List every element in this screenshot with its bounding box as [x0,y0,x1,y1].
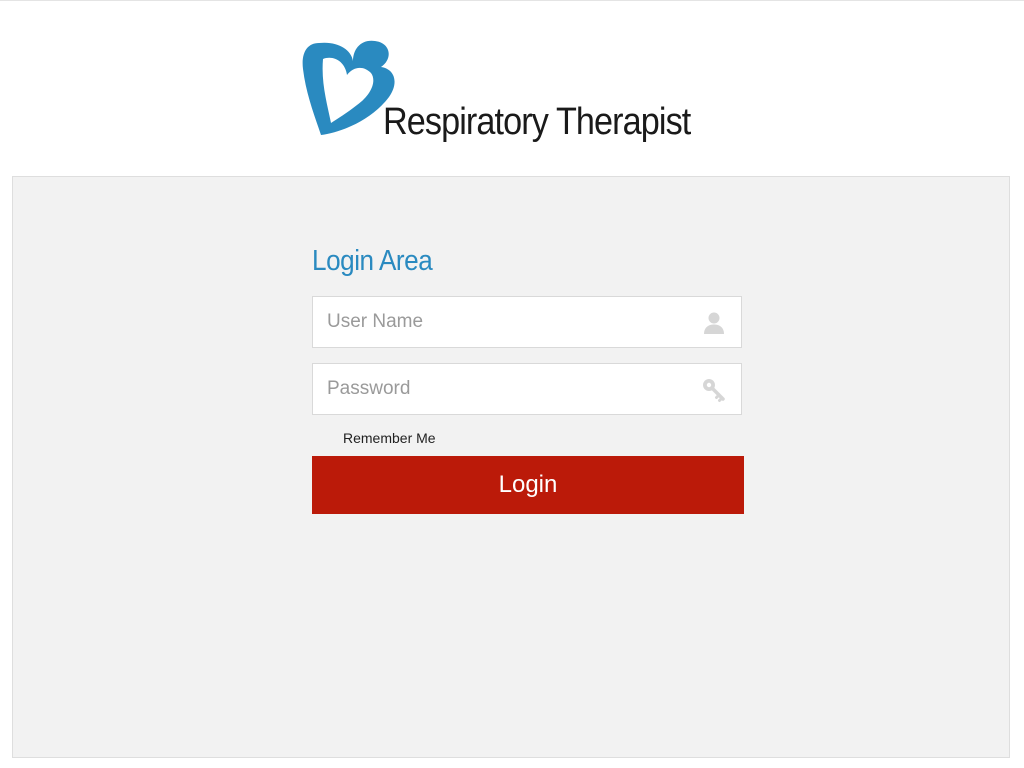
header: Respiratory Therapist [0,0,1024,176]
password-input[interactable] [313,364,693,414]
user-icon [704,312,724,334]
login-page: Respiratory Therapist Login Area Remembe… [0,0,1024,768]
remember-me-toggle[interactable]: Remember Me [343,428,436,448]
remember-me-label: Remember Me [343,430,436,446]
password-field [312,363,742,415]
username-field [312,296,742,348]
brand-name: Respiratory Therapist [383,101,691,143]
key-icon [703,379,725,402]
login-button[interactable]: Login [312,456,744,514]
login-title: Login Area [312,245,433,277]
username-input[interactable] [313,297,693,347]
